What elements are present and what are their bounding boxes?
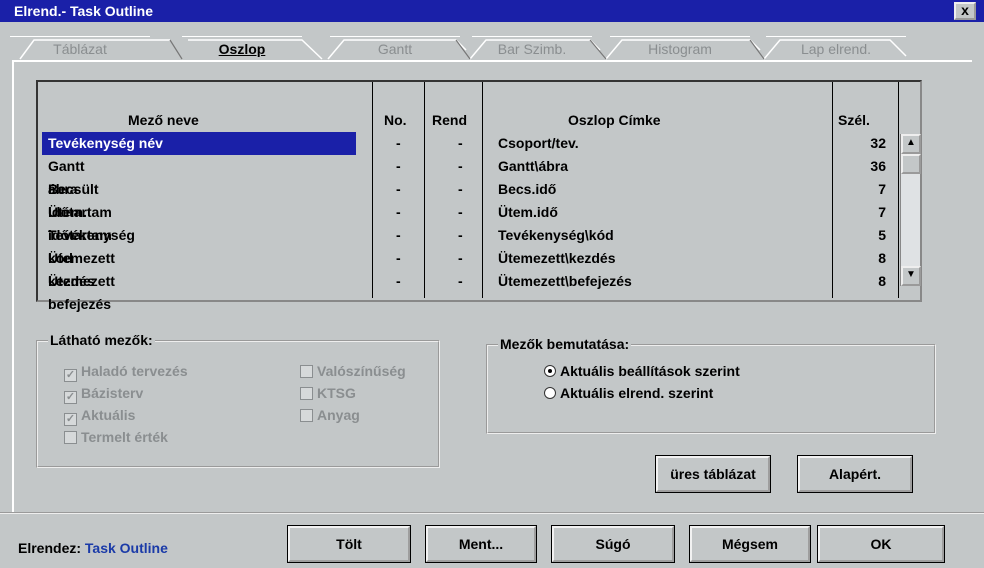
checkbox-icon: [64, 431, 77, 444]
checkbox-earned-value[interactable]: Termelt érték: [64, 428, 168, 448]
header-width: Szél.: [838, 112, 870, 128]
ok-button[interactable]: OK: [817, 525, 945, 563]
checkbox-icon: [300, 387, 313, 400]
checkbox-advanced-planning[interactable]: ✓ Haladó tervezés: [64, 362, 188, 382]
field-name-cell: Tevékenység név: [42, 132, 356, 155]
field-name-cell: Ütem. időtartam: [48, 204, 112, 243]
field-name-cell: Becsült időtartam: [48, 181, 112, 220]
no-cell: -: [396, 158, 401, 174]
no-cell: -: [396, 181, 401, 197]
tab-strip: Táblázat Oszlop Gantt Bar Szimb. Histogr…: [10, 36, 910, 60]
visible-fields-title: Látható mezők:: [48, 332, 155, 348]
header-field-name: Mező neve: [128, 112, 199, 128]
checkbox-ktsg[interactable]: KTSG: [300, 384, 356, 404]
no-cell: -: [396, 204, 401, 220]
checkbox-icon: ✓: [64, 413, 77, 426]
cancel-button[interactable]: Mégsem: [689, 525, 811, 563]
column-label-cell: Gantt\ábra: [498, 158, 569, 174]
order-cell: -: [458, 181, 463, 197]
scroll-thumb[interactable]: [901, 154, 921, 174]
field-grid: Mező neve No. Rend Oszlop Címke Szél. Te…: [36, 80, 922, 312]
vertical-scrollbar[interactable]: ▲ ▼: [900, 134, 921, 286]
order-cell: -: [458, 227, 463, 243]
empty-table-button[interactable]: üres táblázat: [655, 455, 771, 493]
checkbox-icon: [300, 409, 313, 422]
width-cell: 8: [878, 273, 886, 289]
grid-divider: [372, 82, 373, 298]
header-column-label: Oszlop Címke: [568, 112, 661, 128]
column-label-cell: Ütemezett\befejezés: [498, 273, 632, 289]
title-bar: Elrend.- Task Outline x: [0, 0, 984, 22]
grid-divider: [482, 82, 483, 298]
grid-divider: [832, 82, 833, 298]
scroll-up-icon[interactable]: ▲: [901, 134, 921, 154]
field-name-cell: Ütemezett befejezés: [48, 273, 115, 312]
order-cell: -: [458, 273, 463, 289]
order-cell: -: [458, 204, 463, 220]
visible-fields-group: Látható mezők: ✓ Haladó tervezés ✓ Báziste…: [36, 332, 440, 468]
radio-current-layout[interactable]: Aktuális elrend. szerint: [544, 384, 713, 404]
no-cell: -: [396, 250, 401, 266]
width-cell: 8: [878, 250, 886, 266]
checkbox-icon: ✓: [64, 369, 77, 382]
radio-icon: [544, 387, 556, 399]
checkbox-material[interactable]: Anyag: [300, 406, 360, 426]
help-button[interactable]: Súgó: [551, 525, 675, 563]
grid-divider: [898, 82, 899, 298]
grid-divider: [424, 82, 425, 298]
load-button[interactable]: Tölt: [287, 525, 411, 563]
width-cell: 7: [878, 181, 886, 197]
column-label-cell: Becs.idő: [498, 181, 557, 197]
order-cell: -: [458, 158, 463, 174]
checkbox-actual[interactable]: ✓ Aktuális: [64, 406, 135, 426]
field-name-cell: Tevékenység kód: [48, 227, 135, 266]
window-title: Elrend.- Task Outline: [14, 3, 153, 19]
checkbox-baseline[interactable]: ✓ Bázisterv: [64, 384, 143, 404]
column-label-cell: Ütem.idő: [498, 204, 558, 220]
header-order: Rend: [432, 112, 467, 128]
tab-outline: [19, 39, 907, 60]
close-button[interactable]: x: [954, 2, 976, 20]
checkbox-icon: ✓: [64, 391, 77, 404]
no-cell: -: [396, 227, 401, 243]
checkbox-probability[interactable]: Valószínűség: [300, 362, 406, 382]
field-name-cell: Ütemezett kezdés: [48, 250, 115, 289]
column-label-cell: Ütemezett\kezdés: [498, 250, 616, 266]
width-cell: 7: [878, 204, 886, 220]
layout-label: Elrendez: Task Outline: [18, 540, 168, 556]
radio-selected-icon: [544, 365, 556, 377]
width-cell: 32: [870, 135, 886, 151]
checkbox-icon: [300, 365, 313, 378]
default-button[interactable]: Alapért.: [797, 455, 913, 493]
order-cell: -: [458, 135, 463, 151]
column-label-cell: Tevékenység\kód: [498, 227, 614, 243]
save-button[interactable]: Ment...: [425, 525, 537, 563]
no-cell: -: [396, 135, 401, 151]
layout-value: Task Outline: [84, 540, 168, 556]
radio-current-settings[interactable]: Aktuális beállítások szerint: [544, 362, 740, 382]
width-cell: 5: [878, 227, 886, 243]
header-no: No.: [384, 112, 407, 128]
display-fields-group: Mezők bemutatása: Aktuális beállítások s…: [486, 336, 936, 434]
scroll-down-icon[interactable]: ▼: [901, 266, 921, 286]
display-fields-title: Mezők bemutatása:: [498, 336, 632, 352]
no-cell: -: [396, 273, 401, 289]
width-cell: 36: [870, 158, 886, 174]
field-name-cell: Gantt ábra: [48, 158, 85, 197]
column-label-cell: Csoport/tev.: [498, 135, 579, 151]
footer-bar: Elrendez: Task Outline Tölt Ment... Súgó…: [0, 512, 984, 568]
order-cell: -: [458, 250, 463, 266]
